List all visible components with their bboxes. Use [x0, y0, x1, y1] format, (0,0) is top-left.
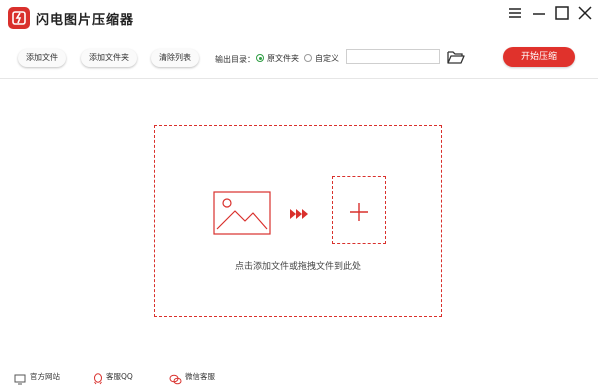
- drop-hint-text: 点击添加文件或拖拽文件到此处: [234, 262, 361, 272]
- add-folder-button[interactable]: 添加文件夹: [81, 49, 137, 67]
- menu-icon[interactable]: [505, 4, 525, 22]
- title-bar: 闪电图片压缩器: [0, 0, 598, 36]
- app-logo-icon: [8, 7, 30, 29]
- image-icon: [213, 191, 271, 239]
- folder-open-icon[interactable]: [446, 49, 466, 65]
- radio-original-folder-label[interactable]: 原文件夹: [267, 53, 299, 64]
- footer: 官方网站 客服QQ 微信客服: [0, 365, 598, 389]
- official-website-link[interactable]: 官方网站: [30, 371, 60, 382]
- monitor-icon: [14, 370, 26, 389]
- close-icon[interactable]: [575, 4, 595, 22]
- plus-icon[interactable]: [349, 202, 369, 226]
- start-compress-button[interactable]: 开始压缩: [503, 47, 575, 67]
- wechat-service-link[interactable]: 微信客服: [185, 371, 215, 382]
- toolbar-divider: [0, 78, 598, 79]
- output-path-input[interactable]: [346, 49, 440, 64]
- radio-original-folder[interactable]: [256, 54, 264, 62]
- app-title: 闪电图片压缩器: [36, 13, 135, 28]
- clear-list-button[interactable]: 清除列表: [151, 49, 199, 67]
- app-window: 闪电图片压缩器 添加文件 添加文件夹 清除列表 输出目录： 原文件夹 自定义 开…: [0, 0, 598, 389]
- toolbar: 添加文件 添加文件夹 清除列表 输出目录： 原文件夹 自定义 开始压缩: [0, 40, 598, 80]
- radio-custom[interactable]: [304, 54, 312, 62]
- minimize-icon[interactable]: [529, 4, 549, 22]
- wechat-icon: [169, 370, 182, 389]
- add-file-button[interactable]: 添加文件: [18, 49, 66, 67]
- radio-custom-label[interactable]: 自定义: [315, 53, 339, 64]
- maximize-icon[interactable]: [552, 4, 572, 22]
- triple-arrow-icon: [289, 205, 309, 224]
- qq-icon: [93, 370, 103, 389]
- output-dir-label: 输出目录：: [215, 55, 255, 64]
- customer-service-qq-link[interactable]: 客服QQ: [106, 371, 133, 382]
